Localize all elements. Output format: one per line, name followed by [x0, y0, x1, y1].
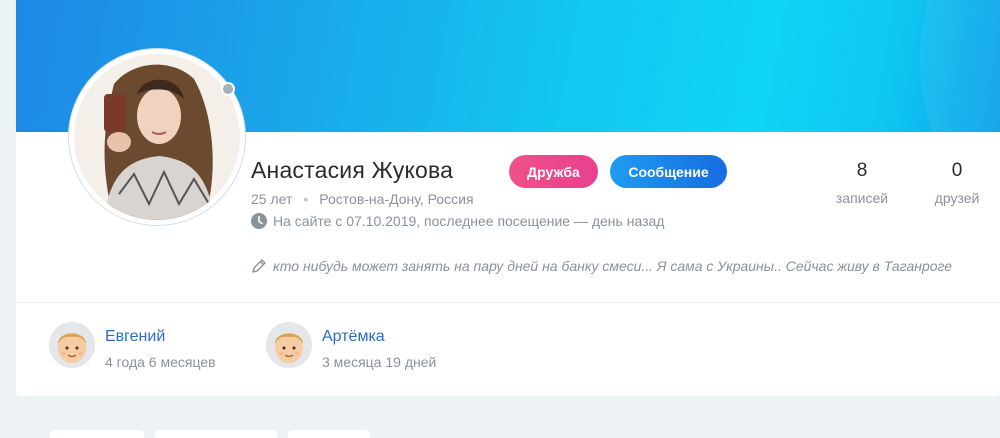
friend-avatar[interactable] — [266, 322, 312, 368]
posts-label: записей — [835, 190, 889, 206]
profile-since: На сайте с 07.10.2019, последнее посещен… — [251, 213, 664, 229]
profile-name: Анастасия Жукова — [251, 157, 454, 183]
cover-decoration — [920, 0, 1000, 180]
pencil-icon — [252, 259, 266, 273]
meta-separator: • — [303, 191, 309, 207]
boy-avatar-icon — [266, 322, 312, 368]
friend-name[interactable]: Артёмка — [322, 328, 436, 346]
profile-meta: 25 лет • Ростов-на-Дону, Россия — [251, 191, 474, 207]
since-text: На сайте с 07.10.2019, последнее посещен… — [273, 213, 665, 229]
posts-count: 8 — [856, 160, 868, 181]
avatar-illustration — [74, 54, 240, 220]
friend-duration: 3 месяца 19 дней — [322, 354, 437, 370]
friend-item[interactable]: Артёмка 3 месяца 19 дней — [266, 322, 436, 370]
friend-item[interactable]: Евгений 4 года 6 месяцев — [49, 322, 216, 370]
profile-location: Ростов-на-Дону, Россия — [319, 191, 474, 207]
friend-avatar[interactable] — [49, 322, 95, 368]
friend-name[interactable]: Евгений — [105, 328, 216, 346]
friends-count: 0 — [951, 160, 963, 181]
profile-status[interactable]: кто нибудь может занять на пару дней на … — [251, 258, 952, 274]
offline-status-dot — [221, 82, 235, 96]
section-divider — [16, 302, 1000, 303]
avatar[interactable] — [74, 54, 240, 220]
profile-age: 25 лет — [251, 191, 293, 207]
friendship-button[interactable]: Дружба — [509, 155, 598, 188]
message-button[interactable]: Сообщение — [610, 155, 727, 188]
tab-placeholder[interactable] — [288, 430, 370, 438]
avatar-frame[interactable] — [68, 48, 246, 226]
friend-duration: 4 года 6 месяцев — [105, 354, 216, 370]
posts-stat[interactable]: 8 записей — [826, 160, 898, 206]
tab-placeholder[interactable] — [155, 430, 277, 438]
friends-label: друзей — [934, 190, 980, 206]
clock-icon — [251, 213, 267, 229]
profile-card: Анастасия Жукова Дружба Сообщение 8 запи… — [16, 0, 1000, 396]
friends-stat[interactable]: 0 друзей — [921, 160, 993, 206]
boy-avatar-icon — [49, 322, 95, 368]
status-text: кто нибудь может занять на пару дней на … — [273, 258, 953, 274]
tab-placeholder[interactable] — [50, 430, 144, 438]
